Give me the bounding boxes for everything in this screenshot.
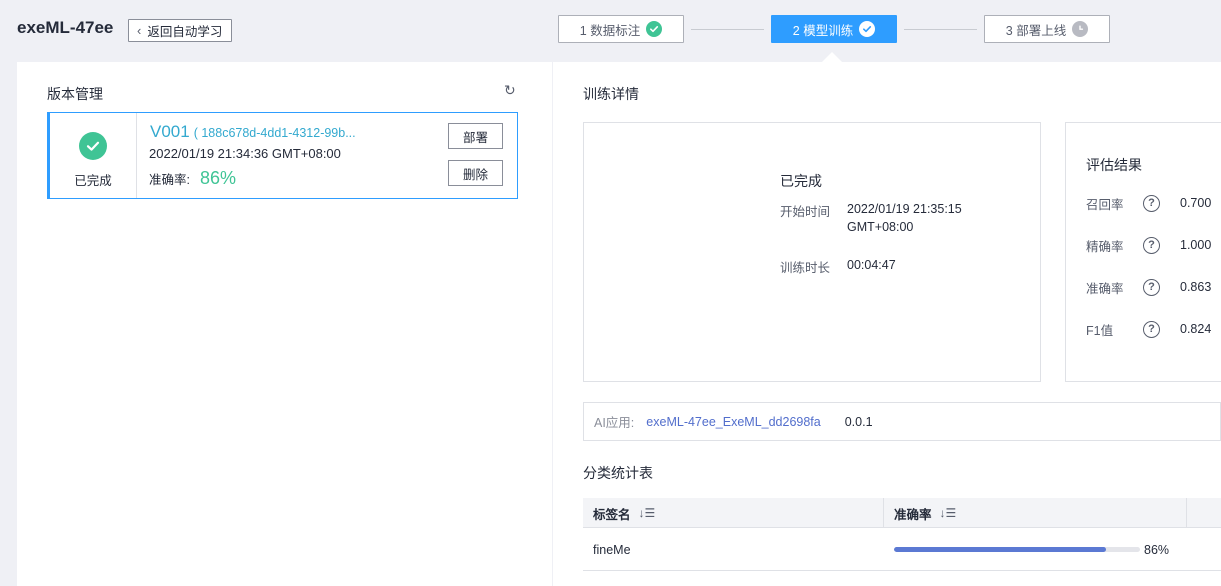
ai-app-label: AI应用:	[594, 416, 635, 430]
clock-icon	[1072, 21, 1089, 37]
column-header-label[interactable]: 标签名 ↓☰	[593, 498, 655, 528]
version-management-panel: 版本管理 ↻ 已完成 V001( 188c678d-4dd1-4312-99b.…	[17, 62, 552, 586]
eval-value: 0.700	[1180, 196, 1212, 210]
eval-value: 0.824	[1180, 322, 1212, 336]
help-icon[interactable]: ?	[1143, 320, 1160, 338]
eval-label: 准确率	[1086, 281, 1124, 296]
start-time-date: 2022/01/19 21:35:15	[847, 202, 962, 216]
chevron-left-icon: ‹	[137, 23, 142, 38]
table-header: 标签名 ↓☰ 准确率 ↓☰	[583, 498, 1221, 528]
check-circle-icon	[79, 132, 107, 160]
help-icon[interactable]: ?	[1143, 236, 1160, 254]
eval-value: 0.863	[1180, 280, 1212, 294]
column-divider	[883, 498, 884, 528]
active-step-caret	[822, 52, 842, 62]
version-status: 已完成	[50, 113, 137, 198]
ai-application-row: AI应用: exeML-47ee_ExeML_dd2698fa 0.0.1	[583, 402, 1221, 441]
eval-label: 精确率	[1086, 239, 1124, 254]
eval-row-precision: 精确率 ? 1.000	[1086, 235, 1221, 255]
sort-icon[interactable]: ↓☰	[940, 506, 957, 520]
training-details-title: 训练详情	[583, 86, 639, 102]
start-time-label: 开始时间	[780, 205, 831, 219]
top-bar: exeML-47ee ‹ 返回自动学习 1 数据标注 2 模型训练 3 部署上线	[0, 0, 1221, 62]
column-divider	[1186, 498, 1187, 528]
row-label: fineMe	[593, 542, 631, 557]
back-to-automl-button[interactable]: ‹ 返回自动学习	[128, 19, 233, 42]
accuracy-label: 准确率:	[149, 173, 190, 187]
training-details-panel: 训练详情 已完成 开始时间 2022/01/19 21:35:15 GMT+08…	[553, 62, 1221, 586]
ai-app-version: 0.0.1	[844, 414, 873, 429]
column-label: 准确率	[894, 507, 932, 522]
sort-icon[interactable]: ↓☰	[639, 506, 656, 520]
evaluation-box: 评估结果 召回率 ? 0.700 精确率 ? 1.000 准确率 ? 0.863…	[1065, 122, 1221, 382]
eval-row-accuracy: 准确率 ? 0.863	[1086, 277, 1221, 297]
step-label: 1 数据标注	[579, 23, 641, 38]
row-accuracy: 86%	[894, 528, 1169, 571]
check-circle-icon	[859, 21, 876, 37]
version-id: ( 188c678d-4dd1-4312-99b...	[193, 126, 356, 140]
training-status-box: 已完成 开始时间 2022/01/19 21:35:15 GMT+08:00 训…	[583, 122, 1041, 382]
accuracy-bar	[894, 547, 1140, 552]
delete-button[interactable]: 删除	[448, 160, 503, 186]
step-label: 3 部署上线	[1005, 23, 1067, 38]
step-connector	[691, 29, 764, 30]
help-icon[interactable]: ?	[1143, 278, 1160, 296]
version-card[interactable]: 已完成 V001( 188c678d-4dd1-4312-99b... 2022…	[47, 112, 518, 199]
step-deploy[interactable]: 3 部署上线	[984, 15, 1110, 43]
version-panel-title: 版本管理	[47, 86, 103, 102]
step-data-labeling[interactable]: 1 数据标注	[558, 15, 684, 43]
app-title: exeML-47ee	[17, 18, 114, 37]
refresh-icon[interactable]: ↻	[504, 82, 516, 99]
table-row: fineMe 86%	[583, 528, 1221, 571]
accuracy-value: 86%	[199, 168, 237, 188]
version-number: V001	[150, 122, 190, 141]
version-accuracy: 准确率: 86%	[149, 168, 236, 189]
classification-title: 分类统计表	[583, 465, 653, 481]
duration-value: 00:04:47	[847, 258, 896, 272]
step-label: 2 模型训练	[792, 23, 854, 38]
start-time-value: 2022/01/19 21:35:15 GMT+08:00	[847, 200, 962, 236]
eval-value: 1.000	[1180, 238, 1212, 252]
training-status: 已完成	[780, 173, 822, 189]
eval-row-f1: F1值 ? 0.824	[1086, 319, 1221, 339]
help-icon[interactable]: ?	[1143, 194, 1160, 212]
accuracy-percent: 86%	[1144, 542, 1170, 557]
eval-label: 召回率	[1086, 197, 1124, 212]
start-time-zone: GMT+08:00	[847, 220, 914, 234]
column-label: 标签名	[593, 507, 631, 522]
classification-table: 标签名 ↓☰ 准确率 ↓☰ fineMe 86%	[583, 498, 1221, 571]
version-name[interactable]: V001( 188c678d-4dd1-4312-99b...	[150, 122, 356, 142]
column-header-accuracy[interactable]: 准确率 ↓☰	[894, 498, 956, 528]
version-created-time: 2022/01/19 21:34:36 GMT+08:00	[149, 146, 341, 161]
back-button-label: 返回自动学习	[147, 25, 223, 39]
version-status-label: 已完成	[74, 174, 112, 188]
evaluation-title: 评估结果	[1086, 157, 1142, 173]
deploy-button[interactable]: 部署	[448, 123, 503, 149]
step-model-training[interactable]: 2 模型训练	[771, 15, 897, 43]
eval-label: F1值	[1086, 323, 1114, 338]
duration-label: 训练时长	[780, 261, 831, 275]
check-circle-icon	[646, 21, 663, 37]
accuracy-bar-fill	[894, 547, 1106, 552]
step-connector	[904, 29, 977, 30]
eval-row-recall: 召回率 ? 0.700	[1086, 193, 1221, 213]
ai-app-link[interactable]: exeML-47ee_ExeML_dd2698fa	[646, 415, 820, 429]
